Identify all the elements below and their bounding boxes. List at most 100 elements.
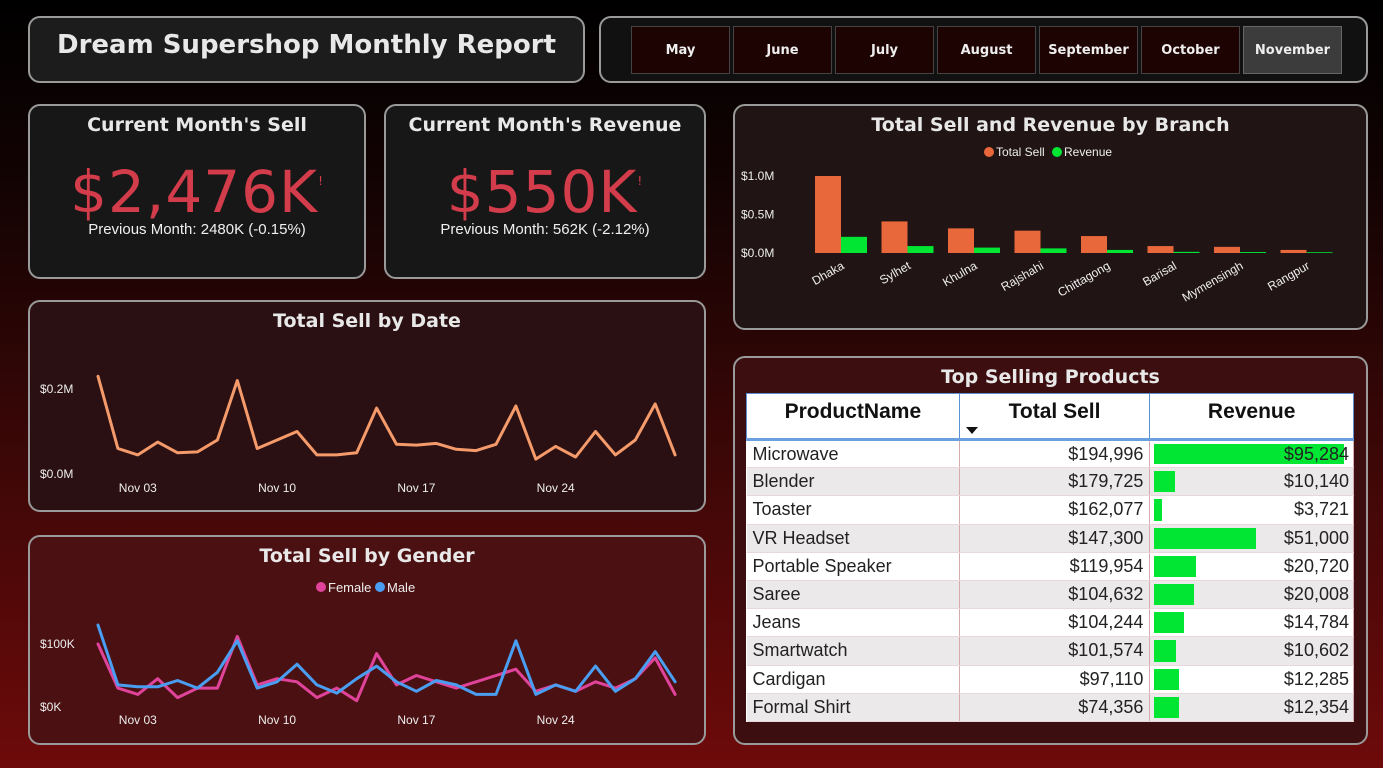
data-point — [97, 643, 99, 645]
table-row[interactable]: Portable Speaker $119,954 $20,720 — [746, 552, 1354, 581]
table-row[interactable]: Cardigan $97,110 $12,285 — [746, 665, 1354, 694]
data-point — [634, 677, 637, 680]
data-point — [375, 652, 378, 655]
data-point — [97, 375, 99, 378]
data-point — [594, 430, 597, 433]
data-point — [554, 684, 557, 686]
x-tick-label: Nov 03 — [119, 713, 157, 727]
total-sell-cell: $162,077 — [959, 495, 1151, 525]
month-button-october[interactable]: October — [1141, 26, 1240, 74]
table-row[interactable]: VR Headset $147,300 $51,000 — [746, 524, 1354, 553]
bar-total-sell — [1280, 249, 1307, 253]
table-row[interactable]: Toaster $162,077 $3,721 — [746, 495, 1354, 525]
month-button-september[interactable]: September — [1039, 26, 1138, 74]
revenue-cell: $10,602 — [1149, 636, 1354, 666]
x-tick-label: Dhaka — [809, 258, 846, 288]
revenue-cell: $51,000 — [1149, 524, 1354, 553]
data-point — [475, 693, 477, 696]
table-row[interactable]: Jeans $104,244 $14,784 — [746, 608, 1354, 638]
bar-revenue — [1173, 251, 1200, 253]
table-row[interactable]: Smartwatch $101,574 $10,602 — [746, 636, 1354, 666]
sort-descending-icon[interactable] — [965, 427, 978, 434]
kpi-revenue-alert-icon: ! — [637, 174, 644, 188]
x-tick-label: Rajshahi — [999, 258, 1046, 293]
top-products-panel: Top Selling Products ProductName Total S… — [733, 356, 1368, 745]
month-button-november[interactable]: November — [1243, 26, 1342, 74]
x-tick-label: Nov 10 — [258, 481, 296, 495]
data-point — [375, 407, 378, 409]
data-point — [435, 442, 438, 445]
product-name-cell: Saree — [746, 580, 960, 610]
data-point — [156, 686, 159, 688]
data-point — [395, 681, 398, 683]
data-point — [276, 681, 278, 683]
data-point — [156, 677, 159, 680]
table-row[interactable]: Microwave $194,996 $95,284 — [746, 439, 1354, 469]
bar-total-sell — [1014, 230, 1041, 253]
revenue-value: $95,284 — [1283, 443, 1349, 464]
data-point — [495, 693, 497, 696]
data-point — [97, 624, 99, 626]
data-point — [415, 444, 418, 446]
month-button-august[interactable]: August — [937, 26, 1036, 74]
data-point — [634, 439, 637, 441]
data-point — [137, 686, 139, 688]
data-point — [674, 681, 676, 683]
total-sell-cell: $194,996 — [959, 439, 1151, 469]
date-chart: $0.0M $0.2M Nov 03 Nov 10 Nov 17 Nov 24 — [40, 374, 677, 495]
legend-total-sell-icon — [984, 147, 994, 157]
product-name-cell: Jeans — [746, 608, 960, 638]
data-point — [276, 677, 278, 680]
x-tick-label: Nov 24 — [537, 713, 575, 727]
month-button-june[interactable]: June — [733, 26, 832, 74]
data-point — [316, 696, 318, 699]
data-point — [475, 681, 477, 683]
data-point — [654, 650, 656, 653]
bar-total-sell — [948, 228, 974, 253]
month-button-july[interactable]: July — [835, 26, 934, 74]
revenue-value: $10,140 — [1283, 471, 1349, 492]
column-header-productname[interactable]: ProductName — [746, 393, 960, 441]
revenue-cell: $10,140 — [1149, 467, 1354, 497]
bar-revenue — [974, 247, 1000, 253]
product-name-cell: Blender — [746, 467, 960, 497]
kpi-sell-title: Current Month's Sell — [87, 114, 307, 136]
revenue-value: $3,721 — [1293, 499, 1349, 520]
data-point — [594, 681, 597, 683]
bar-revenue — [841, 236, 867, 253]
data-point — [415, 674, 418, 677]
data-point — [455, 448, 458, 451]
data-point — [296, 430, 298, 433]
data-point — [156, 441, 159, 443]
top-products-title: Top Selling Products — [941, 366, 1160, 388]
data-point — [674, 454, 676, 456]
total-sell-cell: $97,110 — [959, 665, 1151, 694]
data-point — [176, 679, 179, 682]
revenue-value: $20,720 — [1283, 555, 1349, 576]
month-button-may[interactable]: May — [631, 26, 730, 74]
x-tick-label: Chittagong — [1055, 258, 1112, 299]
top-products-table: ProductName Total Sell Revenue Microwave… — [746, 393, 1354, 722]
table-row[interactable]: Blender $179,725 $10,140 — [746, 467, 1354, 497]
table-row[interactable]: Saree $104,632 $20,008 — [746, 580, 1354, 610]
column-header-total-sell[interactable]: Total Sell — [958, 393, 1151, 441]
x-tick-label: Rangpur — [1265, 258, 1312, 293]
revenue-value: $51,000 — [1283, 527, 1349, 548]
y-tick-label: $0.0M — [40, 467, 73, 481]
product-name-cell: Formal Shirt — [746, 693, 960, 722]
data-point — [216, 671, 219, 674]
x-tick-label: Nov 03 — [119, 481, 157, 495]
revenue-value: $20,008 — [1283, 584, 1349, 605]
data-point — [256, 447, 258, 450]
table-row[interactable]: Formal Shirt $74,356 $12,354 — [746, 693, 1354, 722]
y-tick-label: $100K — [40, 637, 75, 651]
data-point — [535, 458, 537, 460]
data-point — [554, 445, 557, 448]
branch-chart: Total Sell Revenue $0.0M $0.5M $1.0M Dhaka Syl… — [741, 145, 1333, 305]
gender-legend: Female Male — [316, 580, 415, 595]
column-header-revenue[interactable]: Revenue — [1149, 393, 1354, 441]
data-point — [216, 439, 219, 441]
kpi-revenue-previous: Previous Month: 562K (-2.12%) — [440, 221, 650, 238]
bar-total-sell — [1214, 246, 1240, 253]
total-sell-cell: $179,725 — [959, 467, 1151, 497]
